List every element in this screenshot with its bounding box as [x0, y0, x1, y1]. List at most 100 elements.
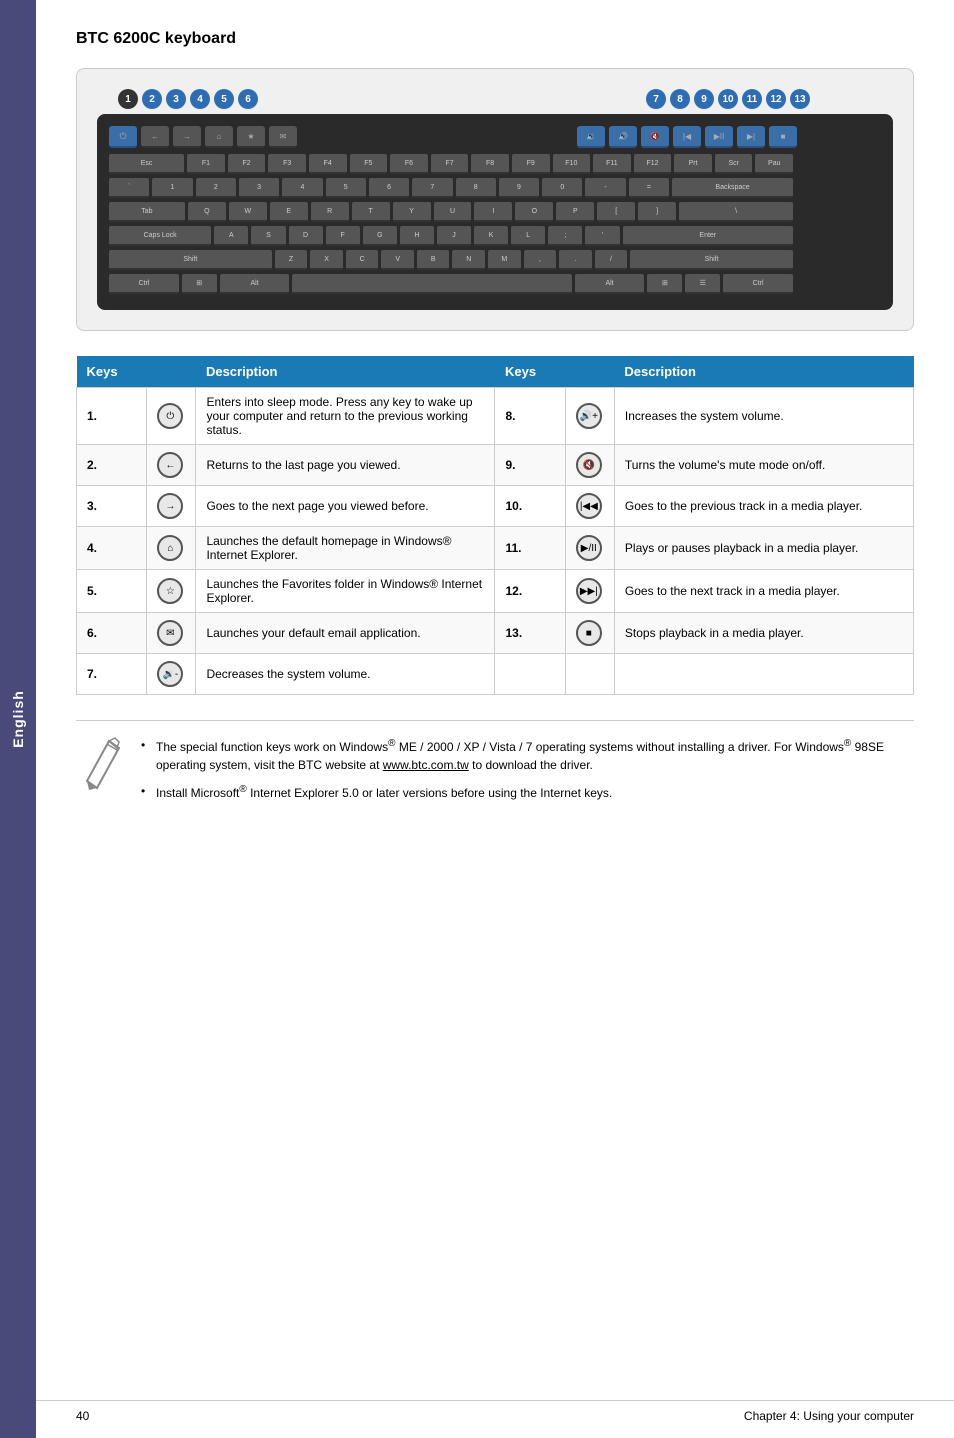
kb-f6: F6	[390, 154, 428, 174]
kb-p: P	[556, 202, 594, 222]
kb-label-4: 4	[190, 89, 210, 109]
kb-ctrl-l: Ctrl	[109, 274, 179, 294]
kb-label-10: 10	[718, 89, 738, 109]
key-num-left-0: 1.	[77, 388, 147, 445]
kb-f: F	[326, 226, 360, 246]
key-num-right-6	[495, 654, 565, 695]
kb-v: V	[381, 250, 414, 270]
kb-i: I	[474, 202, 512, 222]
kb-label-6: 6	[238, 89, 258, 109]
kb-equals: =	[629, 178, 669, 198]
key-desc-right-3: Plays or pauses playback in a media play…	[614, 527, 913, 570]
col-keys-icon-2	[565, 356, 614, 388]
kb-label-11: 11	[742, 89, 762, 109]
kb-u: U	[434, 202, 472, 222]
kb-f3: F3	[268, 154, 306, 174]
kb-a: A	[214, 226, 248, 246]
table-row: 7. 🔉- Decreases the system volume.	[77, 654, 914, 695]
key-num-right-2: 10.	[495, 486, 565, 527]
kb-g: G	[363, 226, 397, 246]
kb-b: B	[417, 250, 450, 270]
key-icon-right-2: |◀◀	[565, 486, 614, 527]
kb-lbracket: [	[597, 202, 635, 222]
key-icon-right-5: ■	[565, 613, 614, 654]
kb-win-l: ⊞	[182, 274, 217, 294]
kb-4: 4	[282, 178, 322, 198]
kb-stop-key: ■	[769, 126, 797, 148]
kb-label-13: 13	[790, 89, 810, 109]
keyboard-number-labels-left: 1 2 3 4 5 6 7 8 9 10 11 12 13	[97, 89, 893, 109]
kb-backspace: Backspace	[672, 178, 793, 198]
key-icon-left-5: ✉	[147, 613, 196, 654]
key-icon-right-1: 🔇	[565, 445, 614, 486]
kb-x: X	[310, 250, 343, 270]
footer: 40 Chapter 4: Using your computer	[36, 1400, 954, 1423]
kb-tab: Tab	[109, 202, 185, 222]
col-keys-2: Keys	[495, 356, 565, 388]
key-icon-left-2: →	[147, 486, 196, 527]
table-row: 4. ⌂ Launches the default homepage in Wi…	[77, 527, 914, 570]
kb-minus: -	[585, 178, 625, 198]
key-num-right-0: 8.	[495, 388, 565, 445]
key-num-left-4: 5.	[77, 570, 147, 613]
table-row: 2. ← Returns to the last page you viewed…	[77, 445, 914, 486]
key-desc-left-0: Enters into sleep mode. Press any key to…	[196, 388, 495, 445]
key-num-right-3: 11.	[495, 527, 565, 570]
key-desc-right-6	[614, 654, 913, 695]
footer-chapter-label: Chapter 4: Using your computer	[744, 1409, 914, 1423]
key-icon-left-0: ⏻	[147, 388, 196, 445]
kb-pause: Pau	[755, 154, 793, 174]
kb-e: E	[270, 202, 308, 222]
footer-page-number: 40	[76, 1409, 89, 1423]
kb-o: O	[515, 202, 553, 222]
keyboard-body: ⏻ ← → ⌂ ★ ✉ 🔉 🔊 🔇 |◀ ▶II ▶| ■ Esc F1	[97, 114, 893, 310]
kb-1: 1	[152, 178, 192, 198]
kb-alt-l: Alt	[220, 274, 290, 294]
kb-slash: /	[595, 250, 628, 270]
kb-mute-key: 🔇	[641, 126, 669, 148]
kb-l: L	[511, 226, 545, 246]
key-desc-right-2: Goes to the previous track in a media pl…	[614, 486, 913, 527]
key-desc-right-4: Goes to the next track in a media player…	[614, 570, 913, 613]
table-row: 1. ⏻ Enters into sleep mode. Press any k…	[77, 388, 914, 445]
kb-s: S	[251, 226, 285, 246]
key-num-right-4: 12.	[495, 570, 565, 613]
kb-q: Q	[188, 202, 226, 222]
kb-win-r: ⊞	[647, 274, 682, 294]
note-text-1: The special function keys work on Window…	[156, 740, 884, 772]
kb-label-1: 1	[118, 89, 138, 109]
kb-5: 5	[326, 178, 366, 198]
kb-d: D	[289, 226, 323, 246]
kb-r: R	[311, 202, 349, 222]
key-desc-left-3: Launches the default homepage in Windows…	[196, 527, 495, 570]
key-icon-right-3: ▶/II	[565, 527, 614, 570]
col-keys-icon-1	[147, 356, 196, 388]
kb-fwd-key: →	[173, 126, 201, 148]
kb-scrlk: Scr	[715, 154, 753, 174]
kb-h: H	[400, 226, 434, 246]
kb-f1: F1	[187, 154, 225, 174]
key-num-left-6: 7.	[77, 654, 147, 695]
key-desc-left-5: Launches your default email application.	[196, 613, 495, 654]
kb-k: K	[474, 226, 508, 246]
kb-label-3: 3	[166, 89, 186, 109]
col-desc-1: Description	[196, 356, 495, 388]
kb-f12: F12	[634, 154, 672, 174]
kb-label-2: 2	[142, 89, 162, 109]
kb-tilde: `	[109, 178, 149, 198]
kb-rbracket: ]	[638, 202, 676, 222]
kb-3: 3	[239, 178, 279, 198]
kb-back-key: ←	[141, 126, 169, 148]
key-desc-right-0: Increases the system volume.	[614, 388, 913, 445]
kb-t: T	[352, 202, 390, 222]
key-desc-right-5: Stops playback in a media player.	[614, 613, 913, 654]
note-icon	[76, 736, 126, 800]
note-bullet-2: Install Microsoft® Internet Explorer 5.0…	[141, 782, 914, 802]
kb-w: W	[229, 202, 267, 222]
key-num-right-5: 13.	[495, 613, 565, 654]
key-icon-right-6	[565, 654, 614, 695]
kb-f2: F2	[228, 154, 266, 174]
kb-home-key: ⌂	[205, 126, 233, 148]
kb-6: 6	[369, 178, 409, 198]
kb-prev-key: |◀	[673, 126, 701, 148]
